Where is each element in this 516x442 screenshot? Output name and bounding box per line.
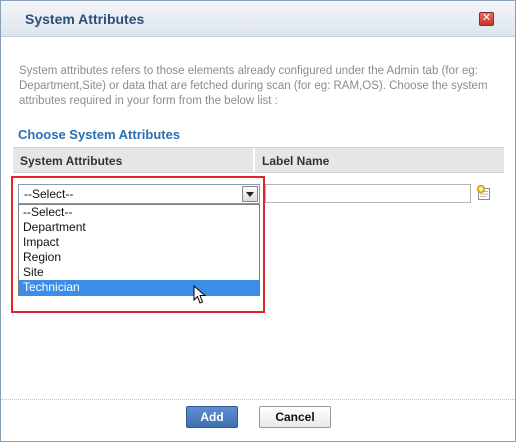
table-header: System Attributes Label Name <box>13 147 504 173</box>
column-header-system-attributes: System Attributes <box>20 154 123 168</box>
column-divider <box>253 148 255 172</box>
system-attributes-dialog: System Attributes ✕ System attributes re… <box>0 0 516 442</box>
select-current-value: --Select-- <box>24 187 74 201</box>
chevron-down-icon[interactable] <box>242 186 258 202</box>
dropdown-option[interactable]: Site <box>19 265 259 280</box>
dropdown-option[interactable]: --Select-- <box>19 205 259 220</box>
dialog-titlebar: System Attributes ✕ <box>1 1 515 37</box>
system-attribute-select[interactable]: --Select-- <box>18 184 260 204</box>
dropdown-option[interactable]: Department <box>19 220 259 235</box>
dialog-description: System attributes refers to those elemen… <box>19 65 488 107</box>
mouse-cursor-icon <box>193 285 207 304</box>
close-icon[interactable]: ✕ <box>479 12 494 26</box>
label-name-input[interactable] <box>265 184 471 203</box>
dialog-title: System Attributes <box>25 11 145 27</box>
column-header-label-name: Label Name <box>262 154 330 168</box>
dropdown-option[interactable]: Impact <box>19 235 259 250</box>
add-button[interactable]: Add <box>186 406 238 428</box>
dropdown-option[interactable]: Region <box>19 250 259 265</box>
footer-divider <box>1 399 515 400</box>
dropdown-option-selected[interactable]: Technician <box>19 280 259 295</box>
attribute-dropdown-list: --Select-- Department Impact Region Site… <box>18 204 260 296</box>
cancel-button[interactable]: Cancel <box>259 406 331 428</box>
add-label-icon[interactable] <box>476 185 492 201</box>
section-heading: Choose System Attributes <box>18 127 181 142</box>
